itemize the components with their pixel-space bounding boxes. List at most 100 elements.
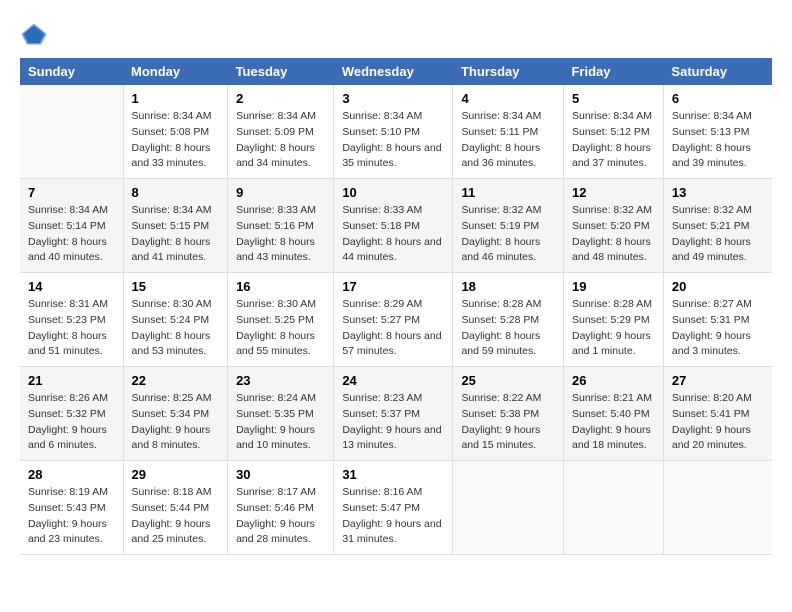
calendar-cell: [20, 85, 123, 179]
day-info: Sunrise: 8:34 AMSunset: 5:09 PMDaylight:…: [236, 109, 325, 172]
day-number: 17: [342, 279, 444, 294]
day-info: Sunrise: 8:19 AMSunset: 5:43 PMDaylight:…: [28, 485, 115, 548]
day-info: Sunrise: 8:34 AMSunset: 5:14 PMDaylight:…: [28, 203, 115, 266]
day-info: Sunrise: 8:34 AMSunset: 5:12 PMDaylight:…: [572, 109, 655, 172]
day-info: Sunrise: 8:24 AMSunset: 5:35 PMDaylight:…: [236, 391, 325, 454]
calendar-cell: 21 Sunrise: 8:26 AMSunset: 5:32 PMDayligh…: [20, 367, 123, 461]
day-info: Sunrise: 8:26 AMSunset: 5:32 PMDaylight:…: [28, 391, 115, 454]
day-info: Sunrise: 8:33 AMSunset: 5:16 PMDaylight:…: [236, 203, 325, 266]
day-number: 22: [132, 373, 220, 388]
calendar-cell: 15Sunrise: 8:30 AMSunset: 5:24 PMDayligh…: [123, 273, 228, 367]
day-number: 24: [342, 373, 444, 388]
day-info: Sunrise: 8:21 AMSunset: 5:40 PMDaylight:…: [572, 391, 655, 454]
calendar-week-row: 1 Sunrise: 8:34 AMSunset: 5:08 PMDaylight…: [20, 85, 772, 179]
day-info: Sunrise: 8:34 AMSunset: 5:13 PMDaylight:…: [672, 109, 764, 172]
day-info: Sunrise: 8:34 AMSunset: 5:11 PMDaylight:…: [461, 109, 555, 172]
column-header-wednesday: Wednesday: [334, 58, 453, 85]
day-number: 28: [28, 467, 115, 482]
day-info: Sunrise: 8:16 AMSunset: 5:47 PMDaylight:…: [342, 485, 444, 548]
calendar-cell: 28 Sunrise: 8:19 AMSunset: 5:43 PMDayligh…: [20, 461, 123, 555]
day-info: Sunrise: 8:20 AMSunset: 5:41 PMDaylight:…: [672, 391, 764, 454]
calendar-cell: 6 Sunrise: 8:34 AMSunset: 5:13 PMDaylight…: [663, 85, 772, 179]
day-info: Sunrise: 8:28 AMSunset: 5:28 PMDaylight:…: [461, 297, 555, 360]
calendar-cell: 17 Sunrise: 8:29 AMSunset: 5:27 PMDayligh…: [334, 273, 453, 367]
column-header-thursday: Thursday: [453, 58, 564, 85]
calendar-cell: [663, 461, 772, 555]
day-info: Sunrise: 8:25 AMSunset: 5:34 PMDaylight:…: [132, 391, 220, 454]
day-number: 7: [28, 185, 115, 200]
calendar-cell: 3Sunrise: 8:34 AMSunset: 5:10 PMDaylight…: [334, 85, 453, 179]
calendar-cell: 29Sunrise: 8:18 AMSunset: 5:44 PMDayligh…: [123, 461, 228, 555]
calendar-cell: 11Sunrise: 8:32 AMSunset: 5:19 PMDayligh…: [453, 179, 564, 273]
calendar-cell: 26Sunrise: 8:21 AMSunset: 5:40 PMDayligh…: [563, 367, 663, 461]
day-number: 2: [236, 91, 325, 106]
day-info: Sunrise: 8:32 AMSunset: 5:20 PMDaylight:…: [572, 203, 655, 266]
calendar-cell: 13Sunrise: 8:32 AMSunset: 5:21 PMDayligh…: [663, 179, 772, 273]
logo-icon: [20, 20, 48, 48]
day-number: 19: [572, 279, 655, 294]
day-number: 23: [236, 373, 325, 388]
day-info: Sunrise: 8:30 AMSunset: 5:25 PMDaylight:…: [236, 297, 325, 360]
calendar-cell: 30Sunrise: 8:17 AMSunset: 5:46 PMDayligh…: [228, 461, 334, 555]
day-number: 31: [342, 467, 444, 482]
calendar-table: SundayMondayTuesdayWednesdayThursdayFrid…: [20, 58, 772, 555]
calendar-cell: 24 Sunrise: 8:23 AMSunset: 5:37 PMDayligh…: [334, 367, 453, 461]
logo: [20, 20, 52, 48]
calendar-cell: 10 Sunrise: 8:33 AMSunset: 5:18 PMDayligh…: [334, 179, 453, 273]
day-info: Sunrise: 8:29 AMSunset: 5:27 PMDaylight:…: [342, 297, 444, 360]
day-number: 30: [236, 467, 325, 482]
calendar-cell: 27Sunrise: 8:20 AMSunset: 5:41 PMDayligh…: [663, 367, 772, 461]
day-number: 8: [132, 185, 220, 200]
column-header-monday: Monday: [123, 58, 228, 85]
calendar-week-row: 14Sunrise: 8:31 AMSunset: 5:23 PMDayligh…: [20, 273, 772, 367]
day-number: 16: [236, 279, 325, 294]
calendar-cell: [453, 461, 564, 555]
day-number: 25: [461, 373, 555, 388]
column-header-tuesday: Tuesday: [228, 58, 334, 85]
day-number: 4: [461, 91, 555, 106]
day-info: Sunrise: 8:30 AMSunset: 5:24 PMDaylight:…: [132, 297, 220, 360]
day-info: Sunrise: 8:34 AMSunset: 5:10 PMDaylight:…: [342, 109, 444, 172]
calendar-cell: 19 Sunrise: 8:28 AMSunset: 5:29 PMDayligh…: [563, 273, 663, 367]
day-number: 9: [236, 185, 325, 200]
day-info: Sunrise: 8:32 AMSunset: 5:21 PMDaylight:…: [672, 203, 764, 266]
day-info: Sunrise: 8:28 AMSunset: 5:29 PMDaylight:…: [572, 297, 655, 360]
calendar-week-row: 28 Sunrise: 8:19 AMSunset: 5:43 PMDayligh…: [20, 461, 772, 555]
calendar-cell: 23 Sunrise: 8:24 AMSunset: 5:35 PMDayligh…: [228, 367, 334, 461]
calendar-cell: 2 Sunrise: 8:34 AMSunset: 5:09 PMDaylight…: [228, 85, 334, 179]
calendar-cell: 12 Sunrise: 8:32 AMSunset: 5:20 PMDayligh…: [563, 179, 663, 273]
page-header: [20, 20, 772, 48]
day-info: Sunrise: 8:34 AMSunset: 5:08 PMDaylight:…: [132, 109, 220, 172]
day-number: 5: [572, 91, 655, 106]
day-info: Sunrise: 8:33 AMSunset: 5:18 PMDaylight:…: [342, 203, 444, 266]
calendar-cell: 4 Sunrise: 8:34 AMSunset: 5:11 PMDaylight…: [453, 85, 564, 179]
calendar-cell: 25 Sunrise: 8:22 AMSunset: 5:38 PMDayligh…: [453, 367, 564, 461]
calendar-cell: [563, 461, 663, 555]
column-header-sunday: Sunday: [20, 58, 123, 85]
day-info: Sunrise: 8:31 AMSunset: 5:23 PMDaylight:…: [28, 297, 115, 360]
calendar-week-row: 7 Sunrise: 8:34 AMSunset: 5:14 PMDaylight…: [20, 179, 772, 273]
calendar-cell: 20 Sunrise: 8:27 AMSunset: 5:31 PMDayligh…: [663, 273, 772, 367]
day-info: Sunrise: 8:27 AMSunset: 5:31 PMDaylight:…: [672, 297, 764, 360]
day-info: Sunrise: 8:23 AMSunset: 5:37 PMDaylight:…: [342, 391, 444, 454]
calendar-cell: 7 Sunrise: 8:34 AMSunset: 5:14 PMDaylight…: [20, 179, 123, 273]
day-number: 1: [132, 91, 220, 106]
column-header-saturday: Saturday: [663, 58, 772, 85]
calendar-cell: 8 Sunrise: 8:34 AMSunset: 5:15 PMDaylight…: [123, 179, 228, 273]
day-info: Sunrise: 8:18 AMSunset: 5:44 PMDaylight:…: [132, 485, 220, 548]
day-number: 21: [28, 373, 115, 388]
calendar-cell: 31 Sunrise: 8:16 AMSunset: 5:47 PMDayligh…: [334, 461, 453, 555]
calendar-header-row: SundayMondayTuesdayWednesdayThursdayFrid…: [20, 58, 772, 85]
calendar-cell: 18 Sunrise: 8:28 AMSunset: 5:28 PMDayligh…: [453, 273, 564, 367]
calendar-cell: 1 Sunrise: 8:34 AMSunset: 5:08 PMDaylight…: [123, 85, 228, 179]
day-info: Sunrise: 8:22 AMSunset: 5:38 PMDaylight:…: [461, 391, 555, 454]
day-number: 18: [461, 279, 555, 294]
day-info: Sunrise: 8:34 AMSunset: 5:15 PMDaylight:…: [132, 203, 220, 266]
day-info: Sunrise: 8:32 AMSunset: 5:19 PMDaylight:…: [461, 203, 555, 266]
calendar-cell: 16 Sunrise: 8:30 AMSunset: 5:25 PMDayligh…: [228, 273, 334, 367]
day-number: 12: [572, 185, 655, 200]
day-number: 6: [672, 91, 764, 106]
day-number: 10: [342, 185, 444, 200]
calendar-cell: 9 Sunrise: 8:33 AMSunset: 5:16 PMDaylight…: [228, 179, 334, 273]
day-number: 20: [672, 279, 764, 294]
